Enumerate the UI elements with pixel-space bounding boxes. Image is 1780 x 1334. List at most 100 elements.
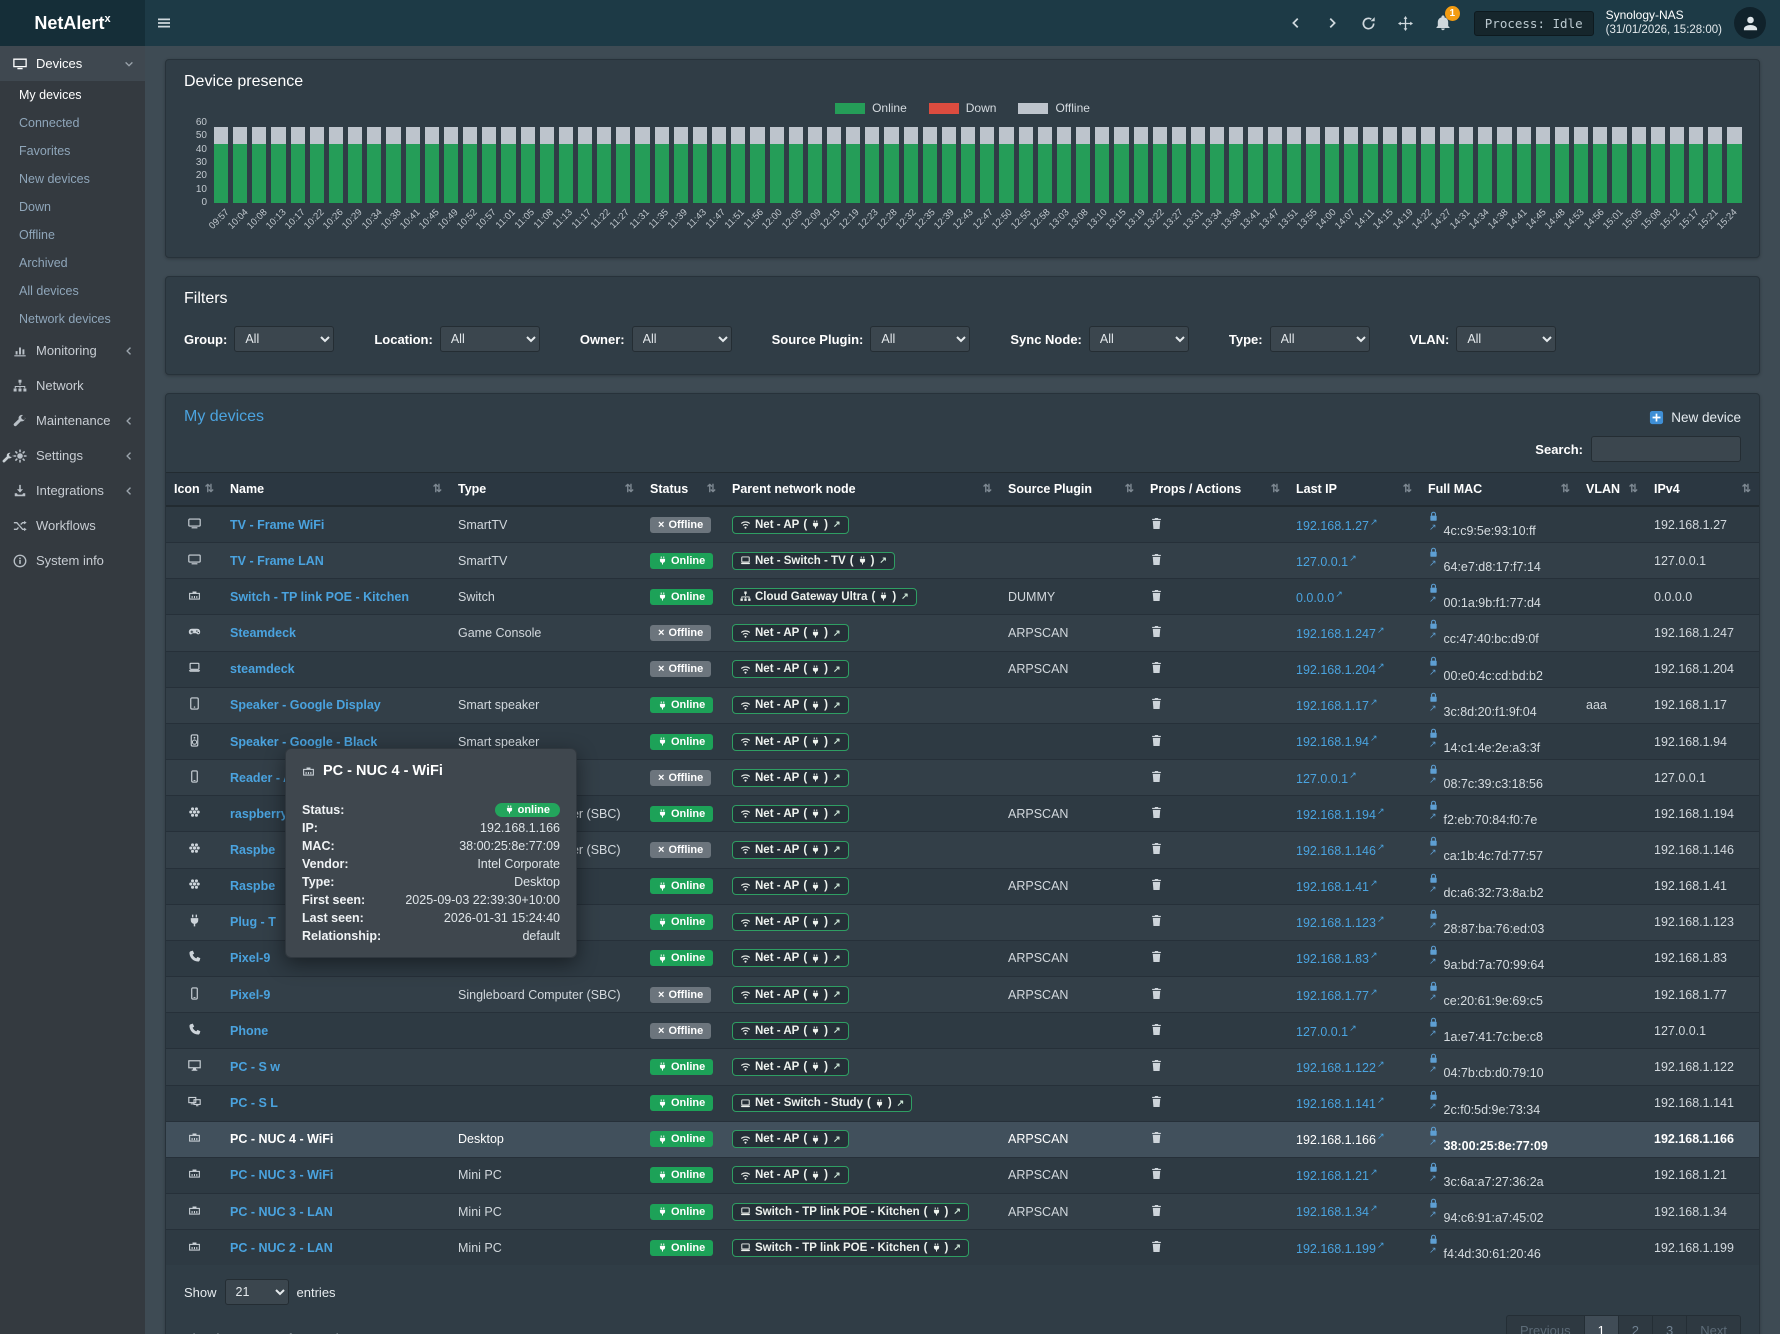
device-name-link[interactable]: Plug - T xyxy=(230,915,276,929)
filter-source-plugin-select[interactable]: All xyxy=(870,326,970,352)
sort-icon[interactable]: ⇅ xyxy=(1742,482,1751,495)
filter-sync-node-select[interactable]: All xyxy=(1089,326,1189,352)
parent-node-button[interactable]: Net - AP()↗ xyxy=(732,949,849,967)
device-row[interactable]: PC - NUC 2 - LANMini PCOnlineSwitch - TP… xyxy=(166,1230,1759,1266)
device-row[interactable]: SteamdeckGame Console×OfflineNet - AP()↗… xyxy=(166,615,1759,651)
column-header-source-plugin[interactable]: Source Plugin⇅ xyxy=(1000,473,1142,507)
parent-node-button[interactable]: Net - AP()↗ xyxy=(732,805,849,823)
app-logo[interactable]: NetAlertx xyxy=(0,0,145,46)
last-ip-link[interactable]: 192.168.1.141 xyxy=(1296,1097,1376,1111)
last-ip-link[interactable]: 192.168.1.77 xyxy=(1296,989,1369,1003)
user-avatar[interactable] xyxy=(1734,7,1766,39)
sidebar-item-archived[interactable]: Archived xyxy=(0,249,145,277)
sidebar-item-down[interactable]: Down xyxy=(0,193,145,221)
last-ip-link[interactable]: 192.168.1.83 xyxy=(1296,953,1369,967)
last-ip-link[interactable]: 127.0.0.1 xyxy=(1296,772,1348,786)
delete-device-button[interactable] xyxy=(1150,1204,1163,1217)
device-name-link[interactable]: PC - S w xyxy=(230,1060,280,1074)
sidebar-item-maintenance[interactable]: Maintenance xyxy=(0,403,145,438)
last-ip-link[interactable]: 192.168.1.17 xyxy=(1296,699,1369,713)
delete-device-button[interactable] xyxy=(1150,589,1163,602)
last-ip-link[interactable]: 192.168.1.41 xyxy=(1296,880,1369,894)
device-name-link[interactable]: Raspbe xyxy=(230,843,275,857)
parent-node-button[interactable]: Net - AP()↗ xyxy=(732,1130,849,1148)
device-name-link[interactable]: Raspbe xyxy=(230,879,275,893)
filter-location-select[interactable]: All xyxy=(440,326,540,352)
sort-icon[interactable]: ⇅ xyxy=(1629,482,1638,495)
column-header-last-ip[interactable]: Last IP⇅ xyxy=(1288,473,1420,507)
column-header-full-mac[interactable]: Full MAC⇅ xyxy=(1420,473,1578,507)
page-button-3[interactable]: 3 xyxy=(1652,1315,1687,1334)
last-ip-link[interactable]: 192.168.1.166 xyxy=(1296,1133,1376,1147)
last-ip-link[interactable]: 192.168.1.94 xyxy=(1296,736,1369,750)
device-name-link[interactable]: steamdeck xyxy=(230,662,295,676)
sort-icon[interactable]: ⇅ xyxy=(1403,482,1412,495)
device-name-link[interactable]: Speaker - Google Display xyxy=(230,698,381,712)
device-name-link[interactable]: Steamdeck xyxy=(230,626,296,640)
delete-device-button[interactable] xyxy=(1150,914,1163,927)
sidebar-item-all-devices[interactable]: All devices xyxy=(0,277,145,305)
sidebar-item-favorites[interactable]: Favorites xyxy=(0,137,145,165)
sidebar-item-my-devices[interactable]: My devices xyxy=(0,81,145,109)
page-button-1[interactable]: 1 xyxy=(1584,1315,1619,1334)
device-name-link[interactable]: PC - S L xyxy=(230,1096,278,1110)
sidebar-item-integrations[interactable]: Integrations xyxy=(0,473,145,508)
parent-node-button[interactable]: Net - AP()↗ xyxy=(732,986,849,1004)
parent-node-button[interactable]: Net - AP()↗ xyxy=(732,913,849,931)
last-ip-link[interactable]: 192.168.1.34 xyxy=(1296,1206,1369,1220)
sidebar-toggle-button[interactable] xyxy=(145,0,183,46)
column-header-parent-network-node[interactable]: Parent network node⇅ xyxy=(724,473,1000,507)
device-row[interactable]: TV - Frame WiFiSmartTV×OfflineNet - AP()… xyxy=(166,506,1759,543)
device-name-link[interactable]: Phone xyxy=(230,1024,268,1038)
sidebar-item-devices[interactable]: Devices xyxy=(0,46,145,81)
column-header-type[interactable]: Type⇅ xyxy=(450,473,642,507)
parent-node-button[interactable]: Cloud Gateway Ultra()↗ xyxy=(732,588,917,606)
device-name-link[interactable]: Pixel-9 xyxy=(230,951,270,965)
delete-device-button[interactable] xyxy=(1150,625,1163,638)
device-name-link[interactable]: Pixel-9 xyxy=(230,988,270,1002)
filter-type-select[interactable]: All xyxy=(1270,326,1370,352)
parent-node-button[interactable]: Switch - TP link POE - Kitchen()↗ xyxy=(732,1239,969,1257)
parent-node-button[interactable]: Net - Switch - Study()↗ xyxy=(732,1094,912,1112)
device-row[interactable]: Switch - TP link POE - KitchenSwitchOnli… xyxy=(166,579,1759,615)
column-header-status[interactable]: Status⇅ xyxy=(642,473,724,507)
parent-node-button[interactable]: Net - AP()↗ xyxy=(732,733,849,751)
last-ip-link[interactable]: 192.168.1.204 xyxy=(1296,663,1376,677)
parent-node-button[interactable]: Net - AP()↗ xyxy=(732,1058,849,1076)
last-ip-link[interactable]: 192.168.1.122 xyxy=(1296,1061,1376,1075)
sort-icon[interactable]: ⇅ xyxy=(1561,482,1570,495)
nav-forward-button[interactable] xyxy=(1314,0,1350,46)
delete-device-button[interactable] xyxy=(1150,950,1163,963)
page-button-next[interactable]: Next xyxy=(1686,1315,1741,1334)
parent-node-button[interactable]: Net - AP()↗ xyxy=(732,696,849,714)
refresh-button[interactable] xyxy=(1350,0,1387,46)
device-row[interactable]: PC - NUC 3 - WiFiMini PCOnlineNet - AP()… xyxy=(166,1157,1759,1193)
filter-owner-select[interactable]: All xyxy=(632,326,732,352)
device-name-link[interactable]: TV - Frame LAN xyxy=(230,554,324,568)
filter-group-select[interactable]: All xyxy=(234,326,334,352)
column-header-icon[interactable]: Icon⇅ xyxy=(166,473,222,507)
parent-node-button[interactable]: Net - AP()↗ xyxy=(732,1166,849,1184)
delete-device-button[interactable] xyxy=(1150,553,1163,566)
device-row[interactable]: TV - Frame LANSmartTVOnlineNet - Switch … xyxy=(166,543,1759,579)
device-name-link[interactable]: PC - NUC 3 - LAN xyxy=(230,1205,333,1219)
delete-device-button[interactable] xyxy=(1150,878,1163,891)
parent-node-button[interactable]: Net - AP()↗ xyxy=(732,1022,849,1040)
device-row[interactable]: PC - NUC 4 - WiFiDesktopOnlineNet - AP()… xyxy=(166,1121,1759,1157)
last-ip-link[interactable]: 127.0.0.1 xyxy=(1296,1025,1348,1039)
parent-node-button[interactable]: Net - AP()↗ xyxy=(732,624,849,642)
sort-icon[interactable]: ⇅ xyxy=(1125,482,1134,495)
column-header-vlan[interactable]: VLAN⇅ xyxy=(1578,473,1646,507)
delete-device-button[interactable] xyxy=(1150,1023,1163,1036)
delete-device-button[interactable] xyxy=(1150,770,1163,783)
parent-node-button[interactable]: Net - Switch - TV()↗ xyxy=(732,552,895,570)
sidebar-item-new-devices[interactable]: New devices xyxy=(0,165,145,193)
device-name-link[interactable]: PC - NUC 3 - WiFi xyxy=(230,1168,333,1182)
column-header-name[interactable]: Name⇅ xyxy=(222,473,450,507)
fullscreen-button[interactable] xyxy=(1387,0,1424,46)
last-ip-link[interactable]: 192.168.1.199 xyxy=(1296,1242,1376,1256)
column-header-ipv4[interactable]: IPv4⇅ xyxy=(1646,473,1759,507)
delete-device-button[interactable] xyxy=(1150,517,1163,530)
sidebar-item-workflows[interactable]: Workflows xyxy=(0,508,145,543)
delete-device-button[interactable] xyxy=(1150,734,1163,747)
